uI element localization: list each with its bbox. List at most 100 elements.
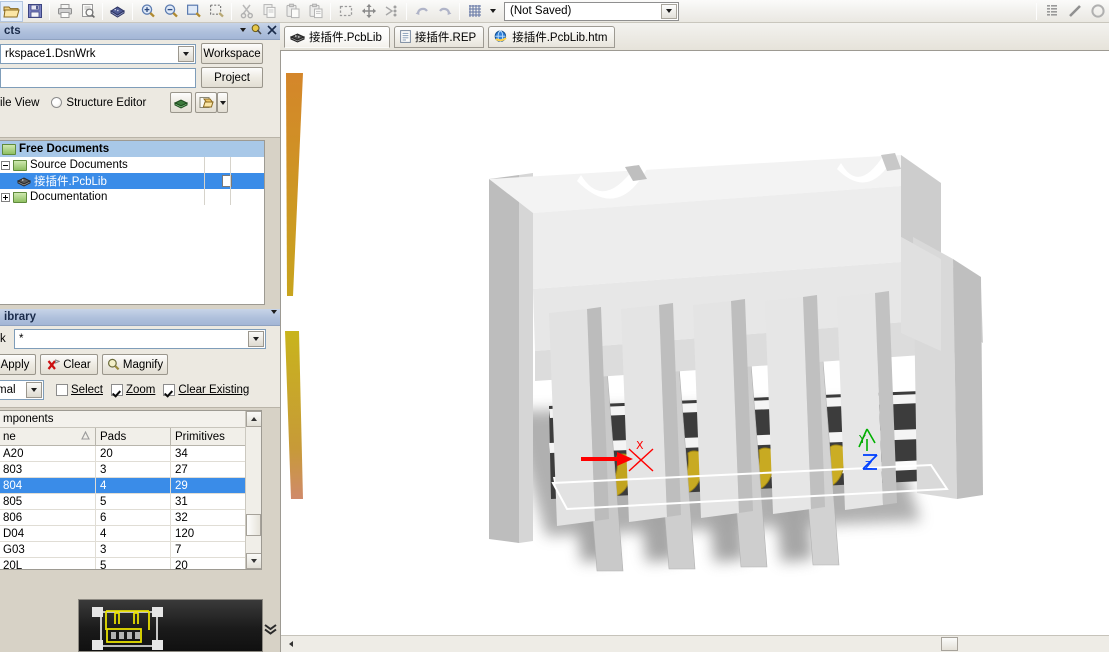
table-row[interactable]: A20 20 34 — [0, 446, 261, 462]
tab-html[interactable]: 接插件.PcbLib.htm — [488, 25, 616, 48]
zoom-area-icon[interactable] — [205, 1, 228, 22]
project-button[interactable]: Project — [201, 67, 263, 88]
column-header-label: ne — [3, 430, 16, 443]
zoom-in-icon[interactable] — [136, 1, 159, 22]
column-header-primitives[interactable]: Primitives — [171, 428, 246, 445]
paste-special-icon[interactable] — [304, 1, 327, 22]
clear-button[interactable]: Clear — [40, 354, 98, 375]
panel-pin-icon[interactable] — [251, 24, 262, 35]
zoom-document-icon[interactable] — [182, 1, 205, 22]
table-row[interactable]: D04 4 120 — [0, 526, 261, 542]
workspace-combo-value: rkspace1.DsnWrk — [5, 47, 96, 60]
column-header-pads[interactable]: Pads — [96, 428, 171, 445]
clear-existing-checkbox[interactable] — [163, 384, 176, 396]
footprint-preview[interactable] — [78, 599, 263, 652]
tree-expander-minus-icon[interactable] — [1, 160, 10, 170]
clear-x-icon — [47, 358, 61, 370]
tree-expander-plus-icon[interactable] — [1, 192, 10, 202]
zoom-checkbox[interactable] — [110, 384, 123, 396]
tree-item-source-documents[interactable]: Source Documents — [0, 157, 264, 173]
open-library-icon[interactable] — [106, 1, 129, 22]
tab-pcblib[interactable]: 接插件.PcbLib — [284, 25, 390, 48]
mask-combo-arrow[interactable] — [248, 331, 264, 347]
scroll-thumb[interactable] — [246, 514, 261, 536]
project-combo[interactable] — [0, 67, 196, 88]
pcb-3d-viewport[interactable]: X Y Z — [280, 51, 1109, 652]
projects-panel-titlebar: cts — [0, 23, 280, 40]
workspace-combo-arrow[interactable] — [178, 45, 194, 62]
snap-grid-icon[interactable] — [463, 1, 486, 22]
undo-icon[interactable] — [410, 1, 433, 22]
mask-combo-value: * — [19, 333, 24, 345]
hscroll-thumb[interactable] — [941, 637, 958, 651]
panel-dropdown-icon[interactable] — [240, 27, 246, 32]
grid-value-combo[interactable]: (Not Saved) — [504, 1, 679, 21]
column-header-name[interactable]: ne — [0, 428, 96, 445]
mask-combo[interactable]: * — [14, 329, 266, 349]
viewport-hscrollbar[interactable] — [281, 635, 1109, 652]
cut-icon[interactable] — [235, 1, 258, 22]
select-checkbox[interactable] — [56, 384, 68, 396]
table-row[interactable]: 806 6 32 — [0, 510, 261, 526]
table-row[interactable]: 804 4 29 — [0, 478, 261, 494]
print-preview-icon[interactable] — [76, 1, 99, 22]
tree-item-pcblib[interactable]: 接插件.PcbLib — [0, 173, 264, 189]
project-options-dropdown-icon[interactable] — [217, 92, 229, 113]
move-icon[interactable] — [357, 1, 380, 22]
workspace-button[interactable]: Workspace — [201, 43, 263, 64]
cell-primitives: 20 — [171, 558, 246, 569]
print-icon[interactable] — [53, 1, 76, 22]
axis-y-label: Y — [858, 433, 866, 446]
projects-panel-header-controls: rkspace1.DsnWrk Workspace Project ile Vi… — [0, 40, 280, 138]
select-checkbox-label[interactable]: Select — [71, 384, 103, 396]
column-header-label: Pads — [100, 430, 127, 443]
snap-grid-dropdown-icon[interactable] — [486, 1, 500, 22]
toolbar-separator — [102, 2, 103, 20]
copy-icon[interactable] — [258, 1, 281, 22]
structure-editor-label[interactable]: Structure Editor — [66, 97, 146, 109]
zoom-mode-combo[interactable]: mal — [0, 380, 44, 400]
deselect-all-icon[interactable] — [380, 1, 403, 22]
pcblib-icon — [17, 175, 31, 187]
list-icon[interactable] — [1040, 1, 1063, 22]
tree-item-documentation[interactable]: Documentation — [0, 189, 264, 205]
select-area-icon[interactable] — [334, 1, 357, 22]
table-row[interactable]: 805 5 31 — [0, 494, 261, 510]
components-grid[interactable]: mponents ne Pads Primitives A20 20 34 803 3 2… — [0, 410, 262, 570]
projects-tree[interactable]: Free Documents Source Documents 接插件.PcbL… — [0, 140, 265, 305]
project-options-button[interactable] — [195, 92, 218, 113]
scroll-up-arrow[interactable] — [246, 411, 261, 427]
redo-icon[interactable] — [433, 1, 456, 22]
structure-editor-radio[interactable] — [51, 97, 63, 108]
apply-button[interactable]: Apply — [0, 354, 36, 375]
tab-report[interactable]: 接插件.REP — [393, 25, 485, 48]
panel-splitter-chevron-icon[interactable] — [262, 621, 278, 637]
arc-tool-icon[interactable] — [1086, 1, 1109, 22]
zoom-mode-combo-arrow[interactable] — [26, 382, 42, 398]
paste-icon[interactable] — [281, 1, 304, 22]
table-row[interactable]: 803 3 27 — [0, 462, 261, 478]
components-grid-vscrollbar[interactable] — [245, 411, 261, 569]
cell-pads: 3 — [96, 542, 171, 557]
table-row[interactable]: G03 3 7 — [0, 542, 261, 558]
scroll-down-arrow[interactable] — [246, 553, 261, 569]
magnify-button-label: Magnify — [122, 358, 164, 371]
html-icon — [494, 30, 508, 43]
table-row[interactable]: 20L 5 20 — [0, 558, 261, 569]
clear-existing-checkbox-label[interactable]: Clear Existing — [178, 384, 249, 396]
zoom-out-icon[interactable] — [159, 1, 182, 22]
tree-item-free-documents[interactable]: Free Documents — [0, 141, 264, 157]
save-icon[interactable] — [23, 1, 46, 22]
file-view-label[interactable]: ile View — [0, 97, 39, 109]
document-area: 接插件.PcbLib 接插件.REP 接插件.PcbLib.htm X Y Z — [280, 23, 1109, 652]
panel-close-icon[interactable] — [267, 24, 277, 35]
view-options-button[interactable] — [170, 92, 193, 113]
zoom-checkbox-label[interactable]: Zoom — [126, 384, 155, 396]
workspace-combo[interactable]: rkspace1.DsnWrk — [0, 43, 196, 64]
line-tool-icon[interactable] — [1063, 1, 1086, 22]
library-panel-dropdown-icon[interactable] — [271, 310, 277, 314]
magnify-button[interactable]: Magnify — [102, 354, 168, 375]
hscroll-left-arrow[interactable] — [283, 637, 298, 652]
open-document-icon[interactable] — [0, 0, 23, 22]
grid-value-combo-arrow[interactable] — [661, 3, 677, 19]
